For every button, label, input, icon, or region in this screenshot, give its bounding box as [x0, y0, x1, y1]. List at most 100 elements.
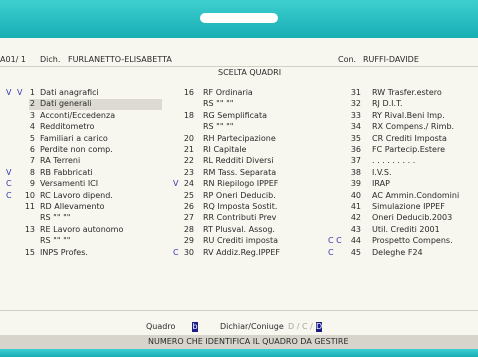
menu-item-number: 18 — [183, 110, 194, 120]
menu-item[interactable]: RS "" "" — [203, 122, 233, 132]
menu-item-number: 26 — [183, 202, 194, 211]
menu-item-number: 30 — [183, 247, 194, 257]
menu-item[interactable]: RQ Imposta Sostit. — [203, 202, 277, 212]
menu-item[interactable]: RA Terreni — [40, 156, 80, 166]
menu-item-number: 44 — [350, 236, 361, 246]
menu-item-number: 32 — [350, 99, 361, 109]
menu-item[interactable]: Dati generali — [40, 99, 92, 109]
menu-item-number: 1 — [29, 88, 35, 97]
menu-item[interactable]: Familiari a carico — [40, 134, 108, 144]
menu-item-number: 43 — [350, 224, 361, 234]
page-title: SCELTA QUADRI — [218, 68, 282, 77]
menu-item[interactable]: RD Allevamento — [40, 202, 105, 212]
menu-item-number: 2 — [29, 99, 35, 109]
menu-item-number: 25 — [183, 190, 194, 200]
menu-item-number: 13 — [24, 224, 35, 234]
column-3-marker: C — [328, 247, 334, 257]
menu-item[interactable]: Perdite non comp. — [40, 145, 113, 155]
menu-item[interactable]: RI Capitale — [203, 145, 246, 155]
menu-item-number: 41 — [350, 202, 361, 211]
menu-item-number: 7 — [29, 156, 35, 166]
quadro-input[interactable]: b — [192, 322, 198, 332]
terminal-screen: A01/ 1 Dich. FURLANETTO-ELISABETTA Con. … — [0, 38, 478, 357]
menu-item-number: 3 — [29, 110, 35, 120]
bottom-bar — [0, 349, 478, 357]
menu-item[interactable]: RE Lavoro autonomo — [40, 225, 123, 235]
menu-item-number: 11 — [24, 202, 35, 211]
menu-item-number: 6 — [29, 145, 35, 154]
status-bar: NUMERO CHE IDENTIFICA IL QUADRO DA GESTI… — [0, 335, 478, 349]
menu-item[interactable]: Prospetto Compens. — [372, 236, 453, 246]
menu-item[interactable]: Simulazione IPPEF — [372, 202, 445, 212]
menu-item-number: 28 — [183, 224, 194, 234]
menu-item[interactable]: I.V.S. — [372, 168, 392, 178]
menu-item[interactable]: RN Riepilogo IPPEF — [203, 179, 278, 189]
menu-item[interactable]: RT Plusval. Assog. — [203, 225, 275, 235]
menu-item-number: 20 — [183, 133, 194, 143]
status-message: NUMERO CHE IDENTIFICA IL QUADRO DA GESTI… — [148, 337, 349, 346]
menu-item[interactable]: RB Fabbricati — [40, 168, 93, 178]
menu-item[interactable]: RH Partecipazione — [203, 134, 276, 144]
title-bar — [0, 0, 478, 38]
menu-item-number: 5 — [29, 133, 35, 143]
menu-item-number: 15 — [24, 247, 35, 257]
menu-item[interactable]: RS "" "" — [40, 213, 70, 223]
menu-item[interactable]: CR Crediti Imposta — [372, 134, 447, 144]
menu-item[interactable]: RU Crediti imposta — [203, 236, 278, 246]
con-label: Con. — [338, 55, 357, 64]
menu-item[interactable]: RM Tass. Separata — [203, 168, 276, 178]
menu-item[interactable]: Redditometro — [40, 122, 94, 132]
menu-item[interactable]: RW Trasfer.estero — [372, 88, 442, 98]
menu-item-number: 24 — [183, 179, 194, 189]
menu-item[interactable]: FC Partecip.Estere — [372, 145, 445, 155]
menu-item[interactable]: INPS Profes. — [40, 248, 88, 258]
dichiar-coniuge-input[interactable]: D — [316, 322, 322, 332]
header-divider — [0, 66, 478, 67]
menu-item[interactable]: RL Redditi Diversi — [203, 156, 274, 166]
record-code: A01/ 1 — [0, 55, 26, 64]
column-3-marker: C C — [328, 236, 342, 246]
menu-item-number: 31 — [350, 88, 361, 97]
menu-item-number: 39 — [350, 179, 361, 189]
quadro-label: Quadro — [146, 322, 176, 331]
menu-item-number: 36 — [350, 145, 361, 154]
menu-item-number: 10 — [24, 190, 35, 200]
coniuge-name: RUFFI-DAVIDE — [363, 55, 419, 64]
menu-item[interactable]: . . . . . . . . . — [372, 156, 415, 166]
menu-item-number: 45 — [350, 247, 361, 257]
menu-item[interactable]: Dati anagrafici — [40, 88, 99, 98]
menu-item[interactable]: Versamenti ICI — [40, 179, 98, 189]
column-1-marker-a: V — [6, 88, 12, 97]
menu-item[interactable]: RS "" "" — [203, 99, 233, 109]
menu-item[interactable]: AC Ammin.Condomini — [372, 191, 459, 201]
menu-item[interactable]: RY Rival.Beni Imp. — [372, 111, 445, 121]
menu-item[interactable]: RV Addiz.Reg.IPPEF — [203, 248, 280, 258]
menu-item[interactable]: RP Oneri Deducib. — [203, 191, 276, 201]
window-handle[interactable] — [200, 13, 278, 23]
menu-item-number: 29 — [183, 236, 194, 246]
menu-item-number: 27 — [183, 213, 194, 223]
menu-item[interactable]: IRAP — [372, 179, 390, 189]
menu-item-number: 34 — [350, 122, 361, 132]
footer-divider — [0, 310, 478, 311]
menu-item-number: 35 — [350, 133, 361, 143]
menu-item[interactable]: Oneri Deducib.2003 — [372, 213, 452, 223]
menu-item[interactable]: RS "" "" — [40, 236, 70, 246]
column-1-marker-a: V — [6, 167, 12, 177]
menu-item[interactable]: RJ D.I.T. — [372, 99, 403, 109]
menu-item[interactable]: RC Lavoro dipend. — [40, 191, 113, 201]
menu-item-number: 38 — [350, 167, 361, 177]
menu-item[interactable]: Deleghe F24 — [372, 248, 423, 258]
menu-item[interactable]: RG Semplificata — [203, 111, 267, 121]
column-1-marker-a: C — [6, 179, 12, 189]
menu-item-number: 23 — [183, 167, 194, 177]
dc-options: D / C / — [288, 322, 313, 331]
menu-item-number: 42 — [350, 213, 361, 223]
menu-item-number: 4 — [29, 122, 35, 132]
menu-item[interactable]: RX Compens./ Rimb. — [372, 122, 454, 132]
menu-item[interactable]: Acconti/Eccedenza — [40, 111, 115, 121]
menu-item[interactable]: RF Ordinaria — [203, 88, 253, 98]
menu-item[interactable]: RR Contributi Prev — [203, 213, 276, 223]
menu-item-number: 37 — [350, 156, 361, 166]
menu-item[interactable]: Util. Crediti 2001 — [372, 225, 440, 235]
